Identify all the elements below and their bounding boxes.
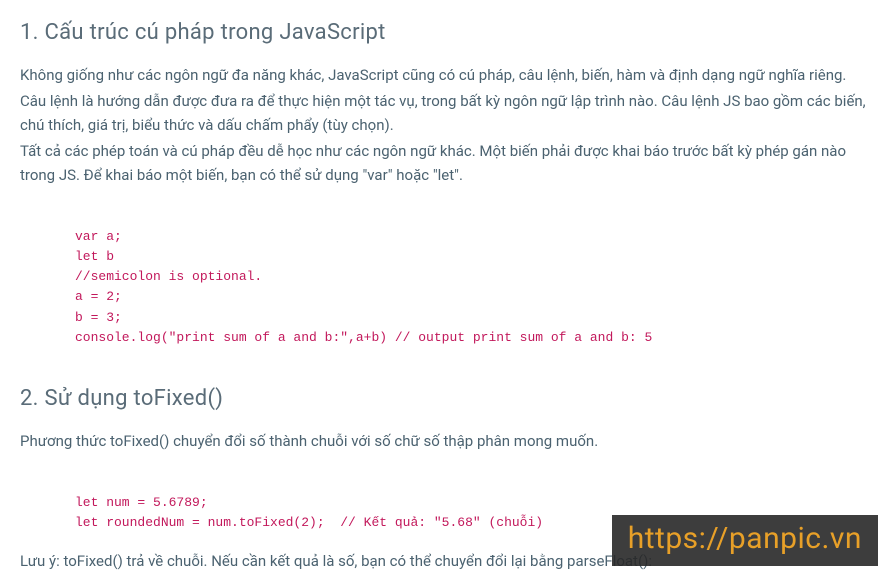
section-1-code-block: var a; let b //semicolon is optional. a …	[20, 207, 870, 368]
section-1-para-2: Câu lệnh là hướng dẫn được đưa ra để thự…	[20, 89, 870, 137]
section-1-para-3: Tất cả các phép toán và cú pháp đều dễ h…	[20, 139, 870, 187]
section-2-para-1: Phương thức toFixed() chuyển đổi số thàn…	[20, 429, 870, 453]
section-1-heading: 1. Cấu trúc cú pháp trong JavaScript	[20, 20, 870, 45]
watermark: https://panpic.vn	[612, 515, 878, 566]
section-1-para-1: Không giống như các ngôn ngữ đa năng khá…	[20, 63, 870, 87]
section-2-paragraphs: Phương thức toFixed() chuyển đổi số thàn…	[20, 429, 870, 453]
section-1-paragraphs: Không giống như các ngôn ngữ đa năng khá…	[20, 63, 870, 187]
section-2-heading: 2. Sử dụng toFixed()	[20, 386, 870, 411]
